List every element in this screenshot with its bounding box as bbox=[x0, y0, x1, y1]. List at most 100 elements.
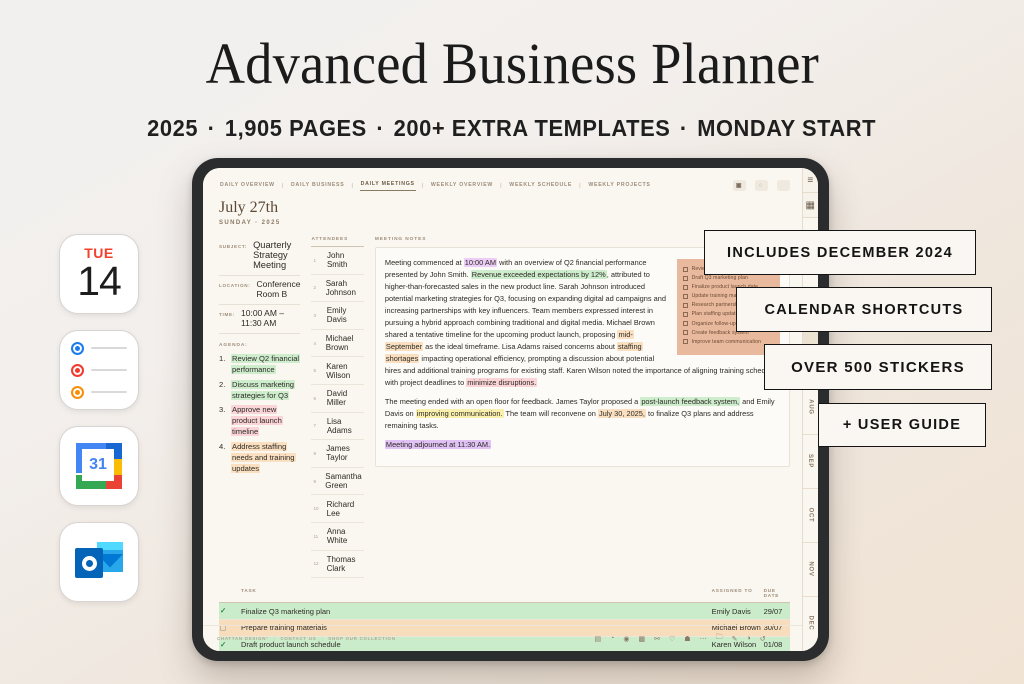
nav-tab-daily-business[interactable]: DAILY BUSINESS bbox=[290, 181, 345, 191]
task-table-header: TASK ASSIGNED TO DUE DATE bbox=[219, 588, 790, 604]
info-icon[interactable]: ◑ bbox=[746, 635, 750, 642]
attendee-row[interactable]: 7 Lisa Adams bbox=[311, 413, 364, 441]
attendee-name: Richard Lee bbox=[326, 499, 355, 518]
attendee-row[interactable]: 1 John Smith bbox=[311, 247, 364, 275]
table-row[interactable]: ✓ Finalize Q3 marketing plan Emily Davis 29… bbox=[219, 603, 790, 620]
attendee-index: 11 bbox=[313, 533, 319, 539]
attendee-row[interactable]: 9 Samantha Green bbox=[311, 468, 364, 496]
checkbox-icon[interactable] bbox=[682, 293, 688, 299]
apple-calendar-icon[interactable]: TUE 14 bbox=[59, 234, 139, 314]
app-shortcut-1[interactable]: ▣ bbox=[732, 180, 746, 191]
attendee-row[interactable]: 4 Michael Brown bbox=[311, 330, 364, 358]
attendee-name: Thomas Clark bbox=[326, 554, 356, 573]
attendee-name: Karen Wilson bbox=[326, 361, 351, 380]
nav-tab-weekly-schedule[interactable]: WEEKLY SCHEDULE bbox=[508, 181, 573, 191]
checkbox-icon[interactable] bbox=[682, 302, 688, 308]
agenda-item[interactable]: 1. Review Q2 financial performance bbox=[219, 353, 301, 375]
checkbox-icon[interactable] bbox=[682, 266, 688, 272]
task-checkbox-cell[interactable]: ✓ bbox=[219, 607, 241, 615]
sticky-checklist-label: Plan staffing updates bbox=[691, 311, 742, 318]
checkbox-icon[interactable] bbox=[682, 311, 688, 317]
microsoft-outlook-icon[interactable] bbox=[59, 522, 139, 602]
clock-icon[interactable]: ◔ bbox=[610, 635, 614, 642]
month-tab-sep[interactable]: SEP bbox=[802, 434, 818, 489]
meeting-notes-column: MEETING NOTES Review Q2 financialsDraft … bbox=[374, 237, 790, 578]
menu-icon[interactable]: ≡ bbox=[802, 168, 818, 193]
attendee-row[interactable]: 5 Karen Wilson bbox=[311, 357, 364, 385]
note-icon[interactable]: ▤ bbox=[595, 635, 602, 643]
reminder-line bbox=[91, 391, 127, 393]
attendee-index: 6 bbox=[313, 395, 316, 401]
month-tab-dec[interactable]: DEC bbox=[802, 596, 818, 651]
briefcase-icon[interactable]: ▦ bbox=[802, 193, 818, 218]
footer-link[interactable]: CONTACT US bbox=[280, 636, 316, 641]
checkbox-icon[interactable] bbox=[682, 284, 688, 290]
attendee-row[interactable]: 10 Richard Lee bbox=[311, 495, 364, 523]
checkbox-icon[interactable] bbox=[682, 330, 688, 336]
notes-highlight: July 30, 2025, bbox=[597, 408, 646, 418]
attendee-row[interactable]: 11 Anna White bbox=[311, 523, 364, 551]
attendee-row[interactable]: 6 David Miller bbox=[311, 385, 364, 413]
agenda-item[interactable]: 3. Approve new product launch timeline bbox=[219, 404, 300, 437]
app-shortcut-3[interactable] bbox=[776, 180, 790, 191]
app-shortcut-2[interactable]: ◌ bbox=[754, 180, 768, 191]
pen-icon[interactable]: ✎ bbox=[732, 635, 738, 643]
footer-link[interactable]: CHATTAN DESIGN° bbox=[217, 636, 269, 641]
checkbox-icon[interactable] bbox=[682, 321, 688, 327]
month-tab-oct[interactable]: OCT bbox=[802, 488, 818, 543]
subtitle-separator: · bbox=[673, 115, 695, 141]
page-title: Advanced Business Planner bbox=[205, 31, 819, 96]
nav-separator: | bbox=[281, 182, 285, 189]
checkbox-icon[interactable] bbox=[682, 339, 688, 345]
meeting-field-row: SUBJECT: Quarterly Strategy Meeting bbox=[219, 237, 301, 276]
planner-date-title: July 27th bbox=[219, 199, 279, 216]
apple-reminders-icon[interactable] bbox=[59, 330, 139, 410]
agenda-item-number: 2. bbox=[219, 379, 226, 389]
person-icon[interactable]: ☗ bbox=[684, 635, 690, 643]
meeting-field-value[interactable]: Quarterly Strategy Meeting bbox=[253, 240, 300, 270]
month-tab-nov[interactable]: NOV bbox=[802, 542, 818, 597]
grid-icon[interactable]: ▩ bbox=[639, 635, 646, 643]
meeting-field-value[interactable]: Conference Room B bbox=[256, 279, 300, 299]
attendee-name: Lisa Adams bbox=[326, 416, 352, 435]
attendee-row[interactable]: 3 Emily Davis bbox=[311, 302, 364, 330]
sticky-checklist-row[interactable]: Draft Q3 marketing plan bbox=[682, 275, 774, 281]
more-icon[interactable]: ⋯ bbox=[700, 635, 707, 643]
nav-tab-daily-overview[interactable]: DAILY OVERVIEW bbox=[219, 181, 276, 191]
notes-highlight: post-launch feedback system, bbox=[640, 396, 741, 406]
link-icon[interactable]: ⚯ bbox=[654, 635, 660, 643]
page-header: Advanced Business Planner 2025 · 1,905 P… bbox=[0, 0, 1024, 160]
attendee-name: James Taylor bbox=[326, 444, 350, 463]
notes-text: The team will reconvene on bbox=[503, 408, 598, 418]
meeting-field-value[interactable]: 10:00 AM – 11:30 AM bbox=[241, 308, 300, 328]
nav-tab-weekly-projects[interactable]: WEEKLY PROJECTS bbox=[587, 181, 651, 191]
notes-highlight: Meeting adjourned at 11:30 AM. bbox=[384, 439, 492, 449]
callout-calendar-shortcuts: CALENDAR SHORTCUTS bbox=[736, 287, 992, 332]
refresh-icon[interactable]: ↺ bbox=[760, 635, 766, 643]
meeting-field-row: LOCATION: Conference Room B bbox=[219, 276, 301, 305]
task-due-date: 29/07 bbox=[763, 606, 783, 616]
heart-icon[interactable]: ♡ bbox=[669, 635, 675, 643]
sticky-checklist-label: Organize follow-up bbox=[691, 320, 736, 327]
agenda-item[interactable]: 2. Discuss marketing strategies for Q3 bbox=[219, 379, 300, 401]
nav-tab-weekly-overview[interactable]: WEEKLY OVERVIEW bbox=[430, 181, 494, 191]
folder-icon[interactable]: 🗀 bbox=[716, 633, 723, 644]
sticky-checklist-row[interactable]: Improve team communication bbox=[682, 339, 774, 345]
attendee-index: 3 bbox=[313, 312, 316, 318]
meeting-notes-card[interactable]: Review Q2 financialsDraft Q3 marketing p… bbox=[374, 247, 790, 467]
attendee-row[interactable]: 8 James Taylor bbox=[311, 440, 364, 468]
google-calendar-icon[interactable]: 31 bbox=[59, 426, 139, 506]
attendee-row[interactable]: 12 Thomas Clark bbox=[311, 551, 364, 579]
app-shortcut-list: TUE 14 31 bbox=[59, 234, 139, 602]
nav-separator: | bbox=[500, 182, 503, 189]
agenda-item[interactable]: 4. Address staffing needs and training up… bbox=[219, 441, 300, 474]
target-icon[interactable]: ◉ bbox=[623, 635, 629, 643]
page-subtitle: 2025 · 1,905 PAGES · 200+ EXTRA TEMPLATE… bbox=[148, 115, 877, 142]
agenda-item-number: 3. bbox=[219, 405, 226, 414]
attendee-index: 9 bbox=[313, 478, 316, 484]
reminder-dot-blue bbox=[71, 341, 84, 355]
checkbox-icon[interactable] bbox=[682, 275, 688, 281]
nav-tab-daily-meetings[interactable]: DAILY MEETINGS bbox=[359, 180, 416, 191]
footer-link[interactable]: SHOP OUR COLLECTION bbox=[328, 636, 395, 641]
attendee-row[interactable]: 2 Sarah Johnson bbox=[311, 275, 364, 303]
